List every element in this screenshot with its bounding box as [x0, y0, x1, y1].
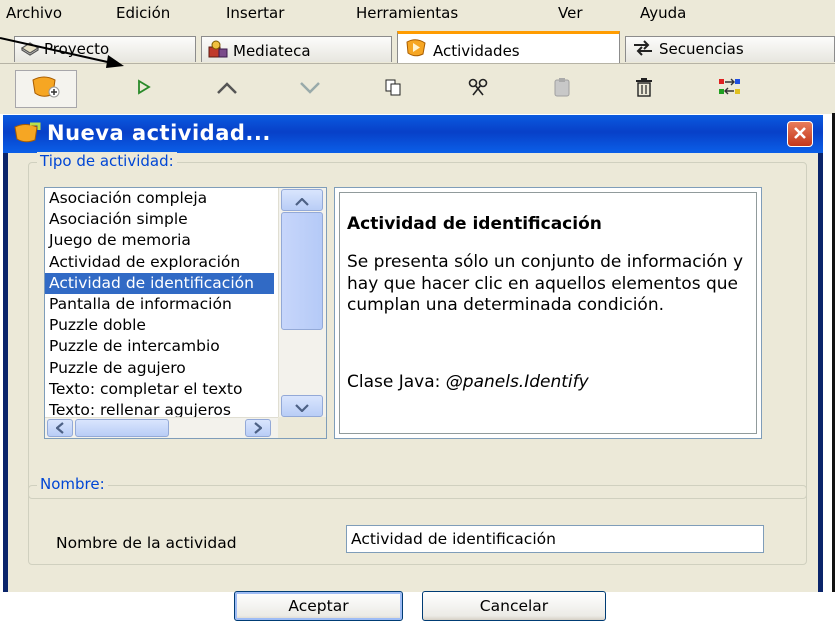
- activity-type-list[interactable]: Asociación compleja Asociación simple Jueg…: [44, 187, 327, 439]
- chevron-up-icon: [295, 191, 309, 210]
- horizontal-scroll-thumb[interactable]: [75, 419, 169, 437]
- play-button[interactable]: [113, 70, 175, 108]
- menu-insertar[interactable]: Insertar: [226, 4, 284, 22]
- accept-button-label: Aceptar: [288, 597, 349, 615]
- list-item[interactable]: Asociación simple: [45, 209, 274, 230]
- scroll-right-button[interactable]: [245, 419, 271, 437]
- chevron-left-icon: [55, 419, 64, 438]
- media-library-icon: [208, 40, 228, 62]
- delete-button[interactable]: [613, 70, 675, 108]
- move-up-icon: [216, 80, 238, 99]
- description-text: Se presenta sólo un conjunto de informac…: [347, 252, 744, 315]
- cut-icon: [468, 78, 488, 100]
- list-item[interactable]: Puzzle doble: [45, 315, 274, 336]
- menu-archivo[interactable]: Archivo: [6, 4, 62, 22]
- menu-edicion[interactable]: Edición: [116, 4, 170, 22]
- chevron-down-icon: [295, 397, 309, 416]
- accept-button[interactable]: Aceptar: [234, 591, 403, 621]
- activities-icon: [404, 38, 428, 62]
- list-item[interactable]: Juego de memoria: [45, 230, 274, 251]
- menu-bar: Archivo Edición Insertar Herramientas Ve…: [0, 0, 835, 30]
- move-up-button[interactable]: [196, 70, 258, 108]
- java-class-line: Clase Java: @panels.Identify: [347, 372, 589, 392]
- tab-secuencias-label: Secuencias: [659, 40, 744, 58]
- dialog-icon: [13, 122, 41, 148]
- tab-proyecto[interactable]: Proyecto: [14, 36, 196, 62]
- tab-secuencias[interactable]: Secuencias: [625, 36, 835, 62]
- list-item[interactable]: Actividad de exploración: [45, 252, 274, 273]
- cancel-button-label: Cancelar: [479, 597, 549, 615]
- cancel-button[interactable]: Cancelar: [422, 591, 606, 621]
- move-down-icon: [299, 80, 321, 99]
- sequence-icon: [718, 77, 742, 101]
- name-group-label: Nombre:: [37, 475, 108, 493]
- dialog-title-bar[interactable]: Nueva actividad...: [3, 115, 823, 153]
- scroll-left-button[interactable]: [47, 419, 73, 437]
- list-vertical-scrollbar[interactable]: [278, 188, 326, 418]
- paste-button[interactable]: [531, 70, 593, 108]
- project-icon: [20, 40, 40, 60]
- new-activity-dialog: Nueva actividad... Tipo de actividad: As…: [3, 115, 823, 621]
- sequence-button[interactable]: [699, 70, 761, 108]
- list-horizontal-scrollbar[interactable]: [45, 417, 279, 438]
- dialog-title: Nueva actividad...: [47, 121, 271, 145]
- new-activity-icon: [30, 74, 62, 104]
- tab-proyecto-label: Proyecto: [44, 40, 110, 58]
- activity-name-label: Nombre de la actividad: [56, 534, 237, 552]
- menu-ver[interactable]: Ver: [558, 4, 583, 22]
- tab-mediateca-label: Mediateca: [233, 42, 311, 60]
- list-item[interactable]: Pantalla de información: [45, 294, 274, 315]
- menu-herramientas[interactable]: Herramientas: [356, 4, 458, 22]
- menu-ayuda[interactable]: Ayuda: [640, 4, 686, 22]
- scroll-up-button[interactable]: [281, 189, 323, 211]
- scroll-thumb[interactable]: [281, 212, 323, 330]
- dialog-body: Tipo de actividad: Asociación compleja As…: [8, 152, 818, 621]
- chevron-right-icon: [254, 419, 263, 438]
- paste-icon: [553, 77, 571, 101]
- main-tabs: Proyecto Mediateca Actividades Secuencia…: [0, 30, 835, 63]
- scrollbar-corner: [278, 417, 326, 438]
- delete-icon: [635, 77, 653, 101]
- copy-icon: [384, 78, 402, 100]
- move-down-button[interactable]: [279, 70, 341, 108]
- play-icon: [136, 79, 152, 99]
- copy-button[interactable]: [362, 70, 424, 108]
- sequences-icon: [632, 40, 654, 60]
- tab-actividades-label: Actividades: [433, 42, 520, 60]
- list-item[interactable]: Puzzle de intercambio: [45, 336, 274, 357]
- list-item[interactable]: Actividad de identificación: [45, 272, 274, 294]
- scroll-down-button[interactable]: [281, 395, 323, 417]
- java-class-value: @panels.Identify: [445, 372, 589, 392]
- description-title: Actividad de identificación: [347, 214, 602, 234]
- activity-description-panel: Actividad de identificación Se presenta …: [334, 187, 762, 439]
- list-item[interactable]: Texto: completar el texto: [45, 379, 274, 400]
- java-class-label: Clase Java:: [347, 372, 441, 392]
- list-item[interactable]: Asociación compleja: [45, 188, 274, 209]
- cut-button[interactable]: [447, 70, 509, 108]
- activity-name-input[interactable]: Actividad de identificación: [346, 525, 764, 553]
- tab-mediateca[interactable]: Mediateca: [201, 36, 392, 62]
- close-button[interactable]: [787, 121, 813, 147]
- close-icon: [793, 125, 807, 144]
- activity-toolbar: [0, 63, 835, 114]
- tab-actividades[interactable]: Actividades: [397, 31, 620, 63]
- list-item[interactable]: Puzzle de agujero: [45, 358, 274, 379]
- activity-type-label: Tipo de actividad:: [37, 152, 177, 170]
- new-activity-button[interactable]: [15, 70, 77, 108]
